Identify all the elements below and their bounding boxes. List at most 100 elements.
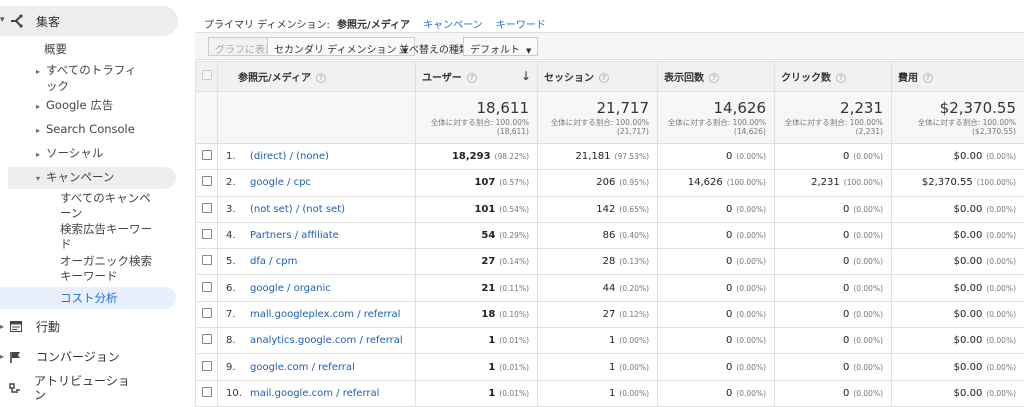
source-medium-link[interactable]: (direct) / (none) [250,151,329,162]
source-medium-link[interactable]: Partners / affiliate [250,230,339,241]
primary-dimension-label: プライマリ ディメンション: [204,20,330,31]
row-checkbox[interactable] [202,282,212,292]
header-impressions[interactable]: 表示回数? [658,62,775,92]
cell-users: 1(0.01%) [416,380,538,406]
source-medium-link[interactable]: analytics.google.com / referral [250,335,403,346]
sort-type-dropdown[interactable]: デフォルト▼ [463,37,538,56]
primary-dimension-current: 参照元/メディア [337,20,410,31]
collapse-icon: ▾ [36,171,46,186]
row-checkbox[interactable] [202,150,212,160]
sidebar-item-organic-keywords-cont[interactable]: キーワード [60,269,118,284]
cell-impressions: 14,626(100.00%) [658,170,775,196]
cell-impressions: 0(0.00%) [658,275,775,301]
row-checkbox[interactable] [202,203,212,213]
row-checkbox[interactable] [202,255,212,265]
nav-behavior-label: 行動 [36,318,60,335]
cell-cost: $0.00(0.00%) [892,275,1024,301]
expand-icon: ▸ [0,352,10,361]
secondary-dimension-dropdown[interactable]: セカンダリ ディメンション▼ [267,37,415,56]
cell-clicks: 0(0.00%) [775,354,892,380]
cell-sessions: 44(0.20%) [538,275,658,301]
sidebar-item-paid-keywords[interactable]: 検索広告キーワー [60,222,152,237]
cell-cost: $0.00(0.00%) [892,196,1024,222]
sidebar-item-all-campaigns[interactable]: すべてのキャンペ [60,191,151,206]
nav-attribution[interactable]: アトリビューション [0,374,130,402]
help-icon[interactable]: ? [836,73,846,83]
row-checkbox[interactable] [202,361,212,371]
cell-cost: $0.00(0.00%) [892,249,1024,275]
cell-clicks: 0(0.00%) [775,222,892,248]
sidebar-item-all-traffic[interactable]: ▸すべてのトラフィ [36,63,137,79]
cell-impressions: 0(0.00%) [658,380,775,406]
cell-sessions: 206(0.95%) [538,170,658,196]
row-checkbox[interactable] [202,387,212,397]
cell-sessions: 1(0.00%) [538,354,658,380]
row-index: 3. [226,204,250,215]
header-source-medium[interactable]: 参照元/メディア? [218,62,416,92]
row-checkbox[interactable] [202,308,212,318]
table-row: 6.google / organic 21(0.11%) 44(0.20%) 0… [196,275,1024,301]
table-row: 3.(not set) / (not set) 101(0.54%) 142(0… [196,196,1024,222]
help-icon[interactable]: ? [467,73,477,83]
expand-icon: ▸ [36,123,46,138]
table-header-row: 参照元/メディア? ユーザー?↓ セッション? 表示回数? クリック数? 費用? [196,62,1024,92]
sidebar-item-social[interactable]: ▸ソーシャル [36,146,103,162]
header-users[interactable]: ユーザー?↓ [416,62,538,92]
cell-sessions: 28(0.13%) [538,249,658,275]
table-row: 2.google / cpc 107(0.57%) 206(0.95%) 14,… [196,170,1024,196]
data-table: 参照元/メディア? ユーザー?↓ セッション? 表示回数? クリック数? 費用?… [195,61,1024,407]
source-medium-link[interactable]: mall.googleplex.com / referral [250,309,400,320]
source-medium-link[interactable]: google / organic [250,283,331,294]
sidebar-item-overview[interactable]: 概要 [44,42,67,57]
cell-users: 27(0.14%) [416,249,538,275]
cell-cost: $0.00(0.00%) [892,380,1024,406]
cell-sessions: 86(0.40%) [538,222,658,248]
help-icon[interactable]: ? [709,73,719,83]
sidebar-item-campaigns[interactable]: ▾キャンペーン [36,170,114,186]
flag-icon [10,351,22,363]
header-cost[interactable]: 費用? [892,62,1024,92]
source-medium-link[interactable]: dfa / cpm [250,256,297,267]
select-all-checkbox[interactable] [202,70,212,80]
expand-icon: ▸ [36,147,46,162]
dimension-link-keyword[interactable]: キーワード [496,20,546,31]
header-clicks[interactable]: クリック数? [775,62,892,92]
sidebar-item-organic-keywords[interactable]: オーガニック検索 [60,254,152,269]
source-medium-link[interactable]: mail.google.com / referral [250,388,379,399]
help-icon[interactable]: ? [316,73,326,83]
cell-users: 18,293(98.22%) [416,144,538,170]
help-icon[interactable]: ? [599,73,609,83]
source-medium-link[interactable]: google.com / referral [250,362,355,373]
header-sessions[interactable]: セッション? [538,62,658,92]
nav-acquisition[interactable]: ▾ 集客 [0,6,178,36]
main-content: プライマリ ディメンション: 参照元/メディア キャンペーン キーワード グラフ… [195,0,1024,405]
help-icon[interactable]: ? [923,73,933,83]
row-checkbox[interactable] [202,229,212,239]
nav-attribution-label: アトリビューショ [34,374,130,388]
dimension-link-campaign[interactable]: キャンペーン [423,20,483,31]
table-row: 5.dfa / cpm 27(0.14%) 28(0.13%) 0(0.00%)… [196,249,1024,275]
cell-clicks: 0(0.00%) [775,249,892,275]
sidebar-item-cost-analysis[interactable]: コスト分析 [60,291,118,306]
sort-type-label: 並べ替えの種類: [399,41,472,56]
row-checkbox[interactable] [202,176,212,186]
sidebar-item-all-traffic-cont[interactable]: ック [46,79,69,94]
cell-impressions: 0(0.00%) [658,144,775,170]
nav-conversions[interactable]: ▸ コンバージョン [0,348,120,365]
row-checkbox[interactable] [202,334,212,344]
behavior-icon [10,321,22,332]
attribution-icon [8,382,22,394]
source-medium-link[interactable]: (not set) / (not set) [250,204,345,215]
nav-attribution-label-cont: ン [34,388,46,402]
cell-cost: $0.00(0.00%) [892,301,1024,327]
sidebar-item-google-ads[interactable]: ▸Google 広告 [36,98,113,114]
cell-sessions: 142(0.65%) [538,196,658,222]
sidebar-item-paid-keywords-cont[interactable]: ド [60,237,72,252]
sidebar: ▾ 集客 概要 ▸すべてのトラフィ ック ▸Google 広告 ▸Search … [0,0,192,405]
row-index: 5. [226,256,250,267]
cell-clicks: 0(0.00%) [775,380,892,406]
sidebar-item-all-campaigns-cont[interactable]: ーン [60,206,82,221]
nav-behavior[interactable]: ▸ 行動 [0,318,60,335]
source-medium-link[interactable]: google / cpc [250,177,311,188]
sidebar-item-search-console[interactable]: ▸Search Console [36,122,135,138]
